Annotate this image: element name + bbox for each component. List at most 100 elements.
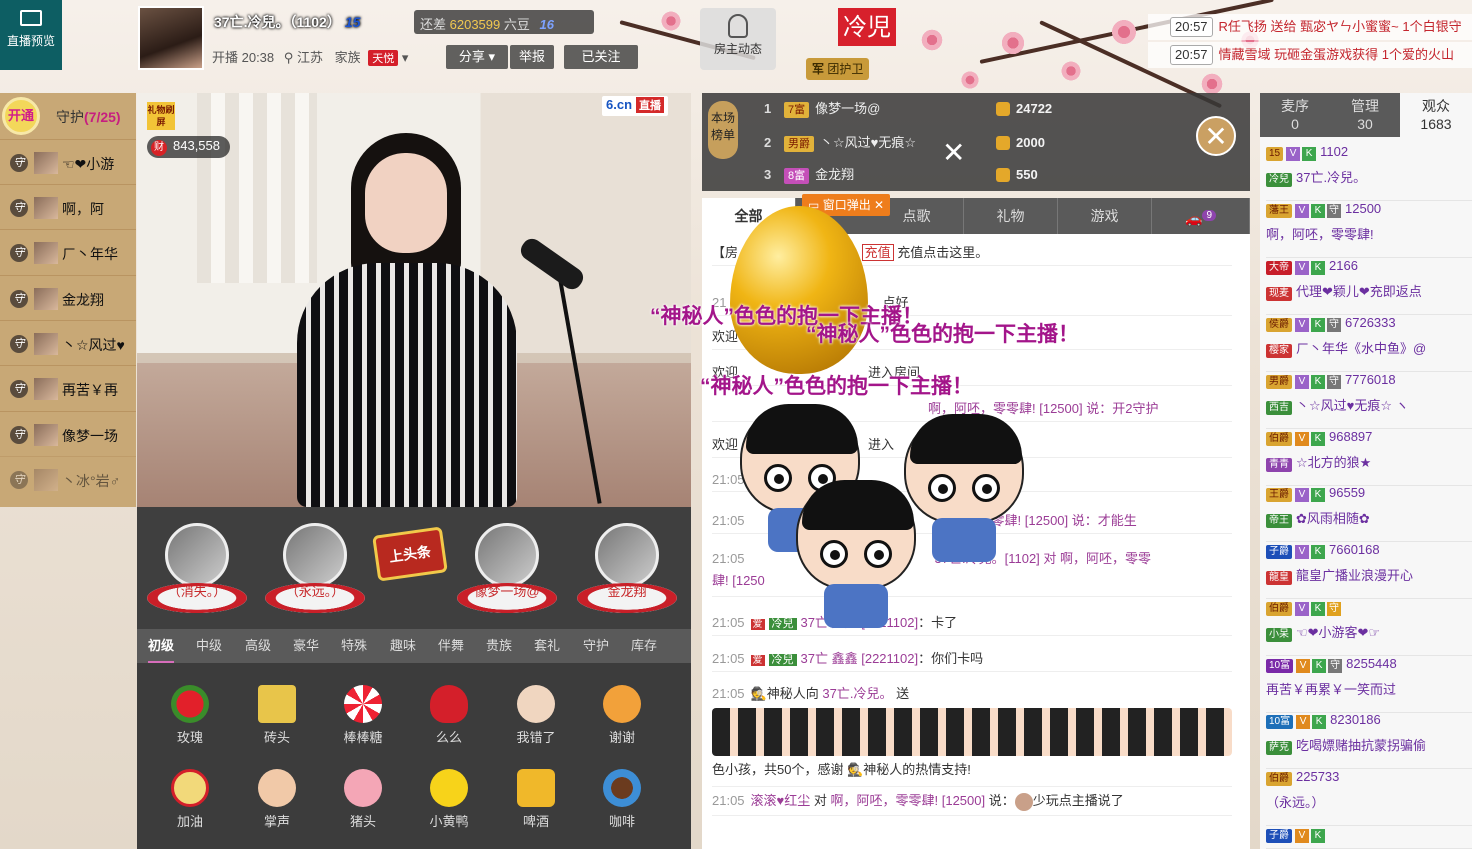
rank-label[interactable]: 本场榜单: [708, 101, 738, 159]
guard-item[interactable]: 守 再苦￥再: [0, 365, 136, 410]
top-fans-row: （消失。） （永远。） 上头条 像梦一场@ 金龙翔: [137, 507, 691, 629]
recharge-link[interactable]: 充值: [861, 244, 894, 261]
audience-row[interactable]: 侯爵 V K 守 6726333 樱家 ㄏ丶年华《水中鱼》@: [1266, 315, 1472, 372]
guard-item[interactable]: 守 金龙翔: [0, 275, 136, 320]
chat-tab[interactable]: 礼物: [964, 198, 1058, 234]
tab-mic-queue[interactable]: 麦序 0: [1260, 93, 1330, 137]
fan-badge: 冷兒: [768, 618, 797, 630]
headline-button[interactable]: 上头条: [372, 526, 448, 582]
audience-row[interactable]: 藩王 V K 守 12500 啊，阿呸，零零肆!: [1266, 201, 1472, 258]
gift-brush-toggle[interactable]: 礼物刷屏: [147, 102, 205, 130]
tab-label: 麦序: [1281, 98, 1309, 114]
share-button[interactable]: 分享 ▾: [446, 45, 508, 69]
gift-tab[interactable]: 库存: [631, 629, 657, 663]
audience-row[interactable]: 伯爵 V K 968897 青青 ☆北方的狼★: [1266, 429, 1472, 486]
chat-to[interactable]: 啊，阿呸，零零肆! [12500]: [831, 793, 986, 808]
gift-item[interactable]: 掌声: [245, 769, 309, 839]
chat-tab-car[interactable]: 🚗 9: [1152, 198, 1250, 234]
fan-item[interactable]: （永远。）: [265, 523, 365, 623]
gift-item[interactable]: 啤酒: [504, 769, 568, 839]
gift-item[interactable]: 谢谢: [590, 685, 654, 755]
ticker-item[interactable]: 20:57 情藏雪域 玩砸金蛋游戏获得 1个爱的火山: [1148, 42, 1472, 68]
close-icon[interactable]: ✕: [874, 198, 884, 212]
chat-name[interactable]: 神秘人向: [767, 686, 819, 701]
rank-row[interactable]: 2 男爵 丶☆风过♥无痕☆ 2000: [764, 129, 1204, 157]
audience-row[interactable]: 王爵 V K 96559 帝王 ✿风雨相随✿: [1266, 485, 1472, 542]
chat-thanks: 神秘人的热情支持!: [863, 762, 971, 777]
gift-item[interactable]: 么么: [417, 685, 481, 755]
rank-row[interactable]: 3 8富 金龙翔 550: [764, 161, 1204, 189]
guard-item[interactable]: 守 ㄏ丶年华: [0, 229, 136, 274]
live-preview-tab[interactable]: 直播预览: [0, 0, 62, 70]
user-name: 龍皇广播业浪漫开心: [1296, 568, 1414, 583]
chat-name[interactable]: 滚滚♥红尘: [751, 793, 811, 808]
chevron-down-icon[interactable]: ▾: [402, 50, 409, 65]
cheer-icon: [171, 769, 209, 807]
family-tag[interactable]: 天悦: [368, 50, 399, 66]
avatar: [34, 469, 58, 491]
close-icon[interactable]: ✕: [1196, 116, 1236, 156]
gift-tab[interactable]: 特殊: [341, 629, 367, 663]
user-id: 8255448: [1346, 656, 1397, 671]
audience-row[interactable]: 15 V K 1102 冷兒 37亡.冷兒。: [1266, 144, 1472, 201]
audience-row[interactable]: 10富 V K 8230186 萨克 吃喝嫖赌抽抗蒙拐骗偷: [1266, 712, 1472, 769]
fan-item[interactable]: 金龙翔: [577, 523, 677, 623]
level-badge: 10富: [1266, 659, 1294, 673]
guard-icon: 守: [1327, 318, 1341, 332]
chat-to[interactable]: 37亡.冷兒。: [822, 686, 892, 701]
audience-row[interactable]: 子爵 V K 7660168 龍皇 龍皇广播业浪漫开心: [1266, 542, 1472, 599]
guard-item[interactable]: 守 丶☆风过♥: [0, 320, 136, 365]
tab-audience[interactable]: 观众 1683: [1400, 93, 1472, 137]
ticker-item[interactable]: 20:57 R任飞扬 送给 甄宓ヤㄣ小蜜蜜~ 1个白银守: [1148, 14, 1472, 40]
streamer-body: [297, 263, 517, 507]
gift-tab[interactable]: 中级: [196, 629, 222, 663]
gift-tab[interactable]: 套礼: [534, 629, 560, 663]
audience-row[interactable]: 大帝 V K 2166 现麦 代理❤颖儿❤充即返点: [1266, 258, 1472, 315]
audience-row[interactable]: 子爵 V K: [1266, 826, 1472, 849]
gift-item[interactable]: 玫瑰: [158, 685, 222, 755]
dismiss-icon[interactable]: ✕: [942, 136, 965, 169]
gift-tab[interactable]: 豪华: [293, 629, 319, 663]
user-name: ☜❤小游客❤☞: [1296, 625, 1381, 640]
guard-item[interactable]: 守 啊，阿: [0, 184, 136, 229]
gift-tab[interactable]: 贵族: [486, 629, 512, 663]
followed-button[interactable]: 已关注: [564, 45, 638, 69]
tab-admins[interactable]: 管理 30: [1330, 93, 1400, 137]
gift-item[interactable]: 猪头: [331, 769, 395, 839]
host-avatar[interactable]: [138, 6, 204, 70]
guard-group-badge[interactable]: 军 团护卫: [806, 58, 870, 80]
level-badge: 子爵: [1266, 829, 1292, 843]
gift-tab[interactable]: 初级: [148, 629, 175, 663]
chat-tab[interactable]: 游戏: [1058, 198, 1152, 234]
report-button[interactable]: 举报: [510, 45, 554, 69]
rank-badge: 7富: [784, 102, 810, 118]
preview-label: 直播预览: [6, 34, 55, 48]
duck-icon: [430, 769, 468, 807]
gift-item[interactable]: 小黄鸭: [417, 769, 481, 839]
location: 江苏: [296, 50, 323, 65]
gift-item[interactable]: 咖啡: [590, 769, 654, 839]
fan-item[interactable]: 像梦一场@: [457, 523, 557, 623]
gift-item[interactable]: 砖头: [245, 685, 309, 755]
audience-row[interactable]: 男爵 V K 守 7776018 西吉 丶☆风过♥无痕☆ ヽ: [1266, 372, 1472, 429]
gift-item[interactable]: 棒棒糖: [331, 685, 395, 755]
chat-name[interactable]: 37亡 鑫鑫 [2221102]: [801, 651, 919, 666]
guard-item[interactable]: 守 ☜❤小游: [0, 139, 136, 184]
gift-tab[interactable]: 趣味: [390, 629, 416, 663]
fan-item[interactable]: （消失。）: [147, 523, 247, 623]
gift-item[interactable]: 加油: [158, 769, 222, 839]
audience-row[interactable]: 伯爵 225733 （永远。）: [1266, 769, 1472, 826]
open-guard-button[interactable]: 开通: [2, 97, 40, 135]
level-badge: 王爵: [1266, 488, 1292, 502]
audience-row[interactable]: 10富 V K 守 8255448 再苦￥再累￥一笑而过: [1266, 656, 1472, 713]
owner-news-button[interactable]: 房主动态: [700, 8, 776, 70]
audience-row[interactable]: 伯爵 V K 守小呆 ☜❤小游客❤☞: [1266, 599, 1472, 656]
gift-tab[interactable]: 高级: [245, 629, 271, 663]
gift-tab[interactable]: 伴舞: [438, 629, 464, 663]
gift-tab[interactable]: 守护: [583, 629, 609, 663]
gift-item[interactable]: 我错了: [504, 685, 568, 755]
guard-item[interactable]: 守 像梦一场: [0, 411, 136, 456]
guard-item[interactable]: 守 丶冰°岩♂: [0, 456, 136, 501]
rank-row[interactable]: 1 7富 像梦一场@ 24722: [764, 95, 1204, 123]
gift-grid: 玫瑰 砖头 棒棒糖 么么 我错了 谢谢 加油 掌声 猪头 小黄鸭 啤酒 咖啡: [137, 663, 691, 849]
